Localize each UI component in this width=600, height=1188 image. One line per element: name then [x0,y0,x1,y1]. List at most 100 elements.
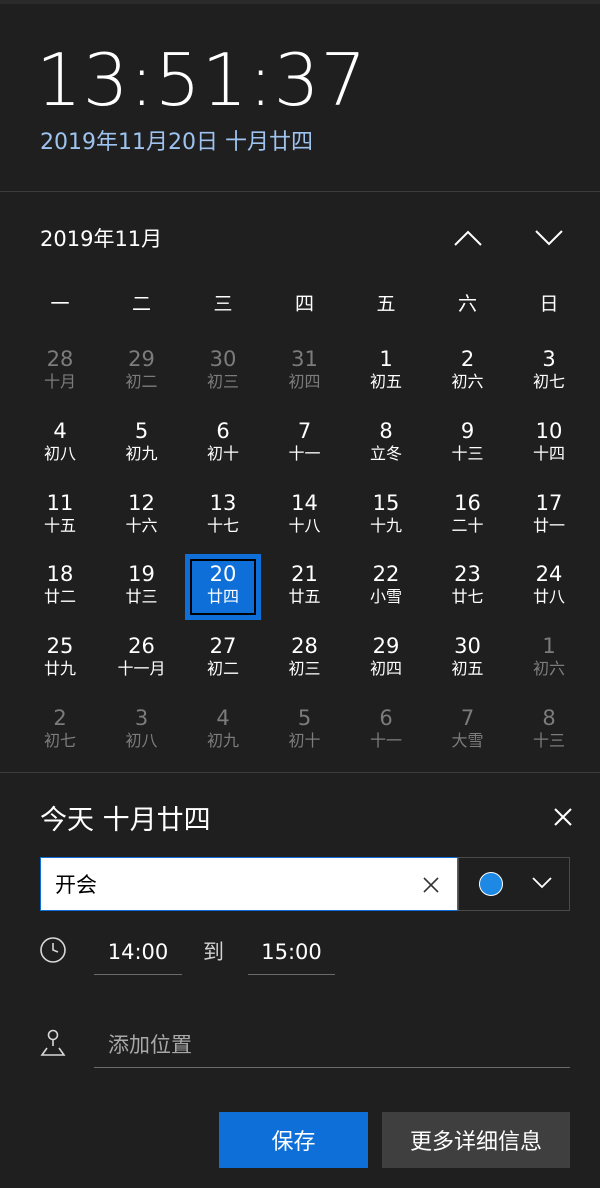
next-month-button[interactable] [525,218,573,258]
calendar-day[interactable]: 29 初四 [346,626,426,690]
day-number: 31 [291,347,318,371]
lunar-date: 廿四 [206,587,239,607]
previous-month-button[interactable] [444,218,492,258]
calendar-day[interactable]: 14 十八 [265,483,345,547]
calendar-day[interactable]: 15 十九 [346,483,426,547]
calendar-day[interactable]: 4 初九 [183,698,263,762]
day-number: 3 [134,706,149,730]
calendar-day[interactable]: 12 十六 [102,483,182,547]
calendar-day[interactable]: 3 初七 [509,339,589,403]
calendar-day[interactable]: 22 小雪 [346,554,426,618]
lunar-date: 立冬 [369,443,402,463]
calendar-day[interactable]: 2 初七 [20,698,100,762]
event-name-input[interactable] [55,868,395,900]
calendar-day[interactable]: 4 初八 [20,411,100,475]
day-number: 4 [216,706,230,730]
calendar-day[interactable]: 23 廿七 [428,554,508,618]
day-number: 14 [291,490,318,515]
day-number: 30 [454,634,481,659]
save-button[interactable]: 保存 [219,1112,368,1168]
day-number: 26 [128,634,155,659]
lunar-date: 廿一 [532,515,565,535]
lunar-date: 小雪 [369,587,402,607]
day-number: 2 [53,706,67,730]
calendar-day[interactable]: 3 初八 [102,698,182,762]
calendar-day[interactable]: 1 初六 [509,626,589,690]
end-time-picker[interactable]: 15:00 [248,930,335,975]
day-number: 25 [46,634,74,659]
calendar-day[interactable]: 18 廿二 [20,554,100,618]
day-number: 28 [46,347,74,371]
weekday-label: 日 [539,293,559,315]
calendar-day[interactable]: 27 初二 [183,626,263,690]
calendar-day-today[interactable]: 20 廿四 [183,554,263,621]
calendar-day[interactable]: 2 初六 [428,339,508,403]
day-number: 27 [209,634,237,659]
location-pin-icon [40,1029,66,1056]
lunar-date: 十四 [532,443,565,463]
calendar-day[interactable]: 6 十一 [346,698,426,762]
location-input[interactable] [94,1022,570,1068]
lunar-date: 初七 [532,372,565,391]
day-number: 5 [134,418,149,443]
day-number: 21 [291,562,318,587]
calendar-day[interactable]: 5 初十 [265,698,345,762]
divider-top [0,191,600,192]
calendar-day[interactable]: 7 大雪 [428,698,508,762]
calendar-day[interactable]: 28 十月 [20,339,100,403]
more-details-button[interactable]: 更多详细信息 [382,1112,570,1168]
calendar-day[interactable]: 31 初四 [265,339,345,403]
weekday-label: 三 [213,293,233,315]
chevron-down-icon [535,230,563,246]
lunar-date: 初四 [288,372,321,391]
calendar-day[interactable]: 8 十三 [509,698,589,762]
day-number: 13 [209,490,237,515]
lunar-date: 十九 [369,515,402,535]
calendar-day[interactable]: 17 廿一 [509,483,589,547]
calendar-day[interactable]: 10 十四 [509,411,589,475]
lunar-date: 大雪 [451,731,484,750]
lunar-date: 初八 [43,443,76,463]
clear-icon [423,877,439,893]
calendar-day[interactable]: 28 初三 [265,626,345,690]
lunar-date: 初二 [125,372,158,391]
calendar-day[interactable]: 16 二十 [428,483,508,547]
calendar-day[interactable]: 30 初三 [183,339,263,403]
calendar-day[interactable]: 8 立冬 [346,411,426,475]
calendar-day[interactable]: 19 廿三 [102,554,182,618]
calendar-day[interactable]: 21 廿五 [265,554,345,618]
lunar-date: 初十 [206,443,239,463]
month-label[interactable]: 2019年11月 [40,224,162,254]
close-event-panel-button[interactable] [546,800,580,834]
start-time-picker[interactable]: 14:00 [94,930,182,975]
lunar-date: 十六 [125,515,158,535]
calendar-day[interactable]: 29 初二 [102,339,182,403]
day-number: 22 [372,562,400,587]
calendar-day[interactable]: 30 初五 [428,626,508,690]
window-top-edge [0,0,600,4]
lunar-date: 廿七 [451,587,484,607]
calendar-day[interactable]: 13 十七 [183,483,263,547]
lunar-date: 初八 [125,731,158,750]
calendar-day[interactable]: 11 十五 [20,483,100,547]
event-color-dropdown[interactable] [458,857,570,911]
weekday-label: 四 [294,293,314,315]
calendar-day[interactable]: 5 初九 [102,411,182,475]
calendar-day[interactable]: 6 初十 [183,411,263,475]
lunar-date: 十一 [369,731,402,750]
calendar-day[interactable]: 7 十一 [265,411,345,475]
day-number: 1 [379,347,393,371]
clock-date-link[interactable]: 2019年11月20日 十月廿四 [40,128,313,158]
lunar-date: 十三 [532,731,565,750]
day-number: 12 [128,490,155,515]
clock-time: 13:51:37 [36,38,368,122]
calendar-day[interactable]: 1 初五 [346,339,426,403]
calendar-day[interactable]: 24 廿八 [509,554,589,618]
clear-text-button[interactable] [417,871,445,899]
calendar-day[interactable]: 25 廿九 [20,626,100,690]
calendar-day[interactable]: 9 十三 [428,411,508,475]
calendar-day[interactable]: 26 十一月 [102,626,182,690]
lunar-date: 十八 [288,515,321,535]
day-number: 17 [535,490,563,515]
weekday-label: 二 [131,293,151,315]
